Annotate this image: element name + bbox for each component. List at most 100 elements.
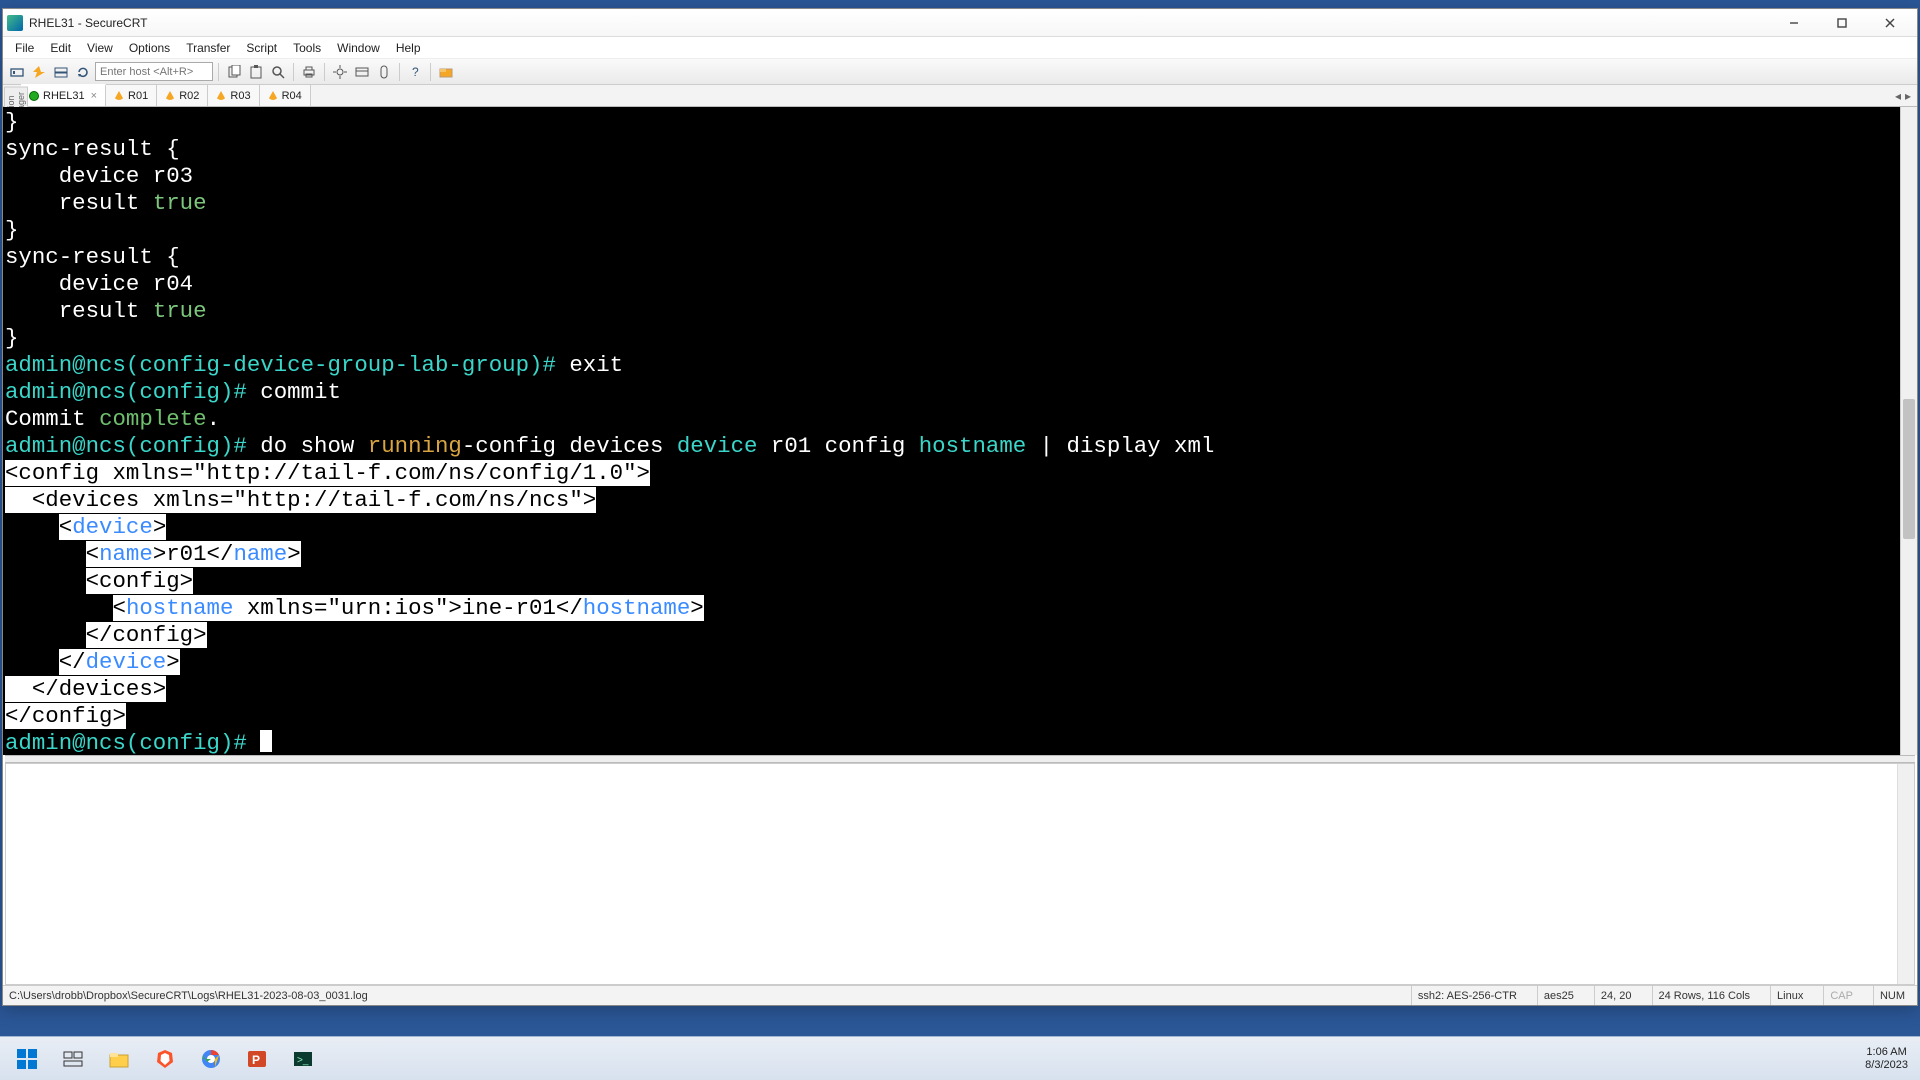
terminal-text: admin@ncs(config-device-group-lab-group)… (5, 352, 569, 378)
app-icon (7, 15, 23, 31)
brave-icon[interactable] (144, 1041, 186, 1077)
terminal-text: </ (59, 649, 86, 675)
connect-icon[interactable] (7, 62, 27, 82)
session-tab-r01[interactable]: R01 (106, 85, 157, 106)
connect-bar-icon[interactable] (51, 62, 71, 82)
menu-window[interactable]: Window (329, 39, 388, 57)
terminal-line: result true (5, 298, 1915, 325)
menubar: File Edit View Options Transfer Script T… (3, 37, 1917, 59)
print-icon[interactable] (299, 62, 319, 82)
chrome-icon[interactable] (190, 1041, 232, 1077)
tab-scroll-right-icon[interactable]: ▸ (1905, 89, 1911, 103)
svg-text:>_: >_ (297, 1055, 309, 1066)
terminal-line: sync-result { (5, 244, 1915, 271)
titlebar[interactable]: RHEL31 - SecureCRT (3, 9, 1917, 37)
menu-view[interactable]: View (79, 39, 121, 57)
maximize-button[interactable] (1819, 12, 1865, 34)
reconnect-icon[interactable] (73, 62, 93, 82)
menu-help[interactable]: Help (388, 39, 429, 57)
terminal-text (5, 622, 86, 648)
status-warn-icon (268, 91, 278, 100)
copy-icon[interactable] (224, 62, 244, 82)
terminal-line: </config> (5, 703, 1915, 730)
tab-scroll-left-icon[interactable]: ◂ (1895, 89, 1901, 103)
terminal-text: </config> (5, 703, 126, 729)
terminal-line: } (5, 217, 1915, 244)
securefx-icon[interactable] (436, 62, 456, 82)
terminal-line: device r03 (5, 163, 1915, 190)
keymap-icon[interactable] (374, 62, 394, 82)
terminal-scrollbar[interactable] (1900, 107, 1917, 755)
help-icon[interactable]: ? (405, 62, 425, 82)
terminal-text: do show (260, 433, 368, 459)
tab-label: R03 (230, 90, 250, 102)
menu-transfer[interactable]: Transfer (178, 39, 238, 57)
status-os: Linux (1770, 986, 1809, 1005)
find-icon[interactable] (268, 62, 288, 82)
toolbar-separator (430, 63, 431, 81)
command-pane-scrollbar[interactable] (1897, 764, 1914, 984)
menu-edit[interactable]: Edit (42, 39, 79, 57)
terminal-text: commit (260, 379, 341, 405)
host-input[interactable] (95, 62, 213, 81)
terminal-text: <config> (86, 568, 194, 594)
terminal-line: } (5, 109, 1915, 136)
terminal-content[interactable]: }sync-result { device r03 result true}sy… (3, 109, 1917, 757)
terminal-line: <devices xmlns="http://tail-f.com/ns/ncs… (5, 487, 1915, 514)
tab-label: R02 (179, 90, 199, 102)
terminal-viewport[interactable]: }sync-result { device r03 result true}sy… (3, 107, 1917, 755)
terminal-line: Commit complete. (5, 406, 1915, 433)
menu-file[interactable]: File (7, 39, 42, 57)
terminal-text: < (86, 541, 99, 567)
terminal-line: admin@ncs(config)# commit (5, 379, 1915, 406)
terminal-text: < (59, 514, 72, 540)
powerpoint-icon[interactable]: P (236, 1041, 278, 1077)
status-warn-icon (165, 91, 175, 100)
command-pane[interactable] (5, 763, 1915, 985)
settings-icon[interactable] (330, 62, 350, 82)
system-clock[interactable]: 1:06 AM 8/3/2023 (1865, 1046, 1916, 1072)
terminal-text: hostname (919, 433, 1027, 459)
securecrt-window: RHEL31 - SecureCRT File Edit View Option… (2, 8, 1918, 1006)
session-tab-r04[interactable]: R04 (260, 85, 311, 106)
terminal-text: running (368, 433, 462, 459)
terminal-text: . (207, 406, 220, 432)
status-warn-icon (114, 91, 124, 100)
terminal-text: device (72, 514, 153, 540)
terminal-text: hostname (126, 595, 234, 621)
session-tab-rhel31[interactable]: RHEL31× (21, 84, 106, 106)
explorer-icon[interactable] (98, 1041, 140, 1077)
svg-text:P: P (252, 1053, 260, 1067)
taskbar[interactable]: P >_ 1:06 AM 8/3/2023 (0, 1036, 1920, 1080)
scrollbar-thumb[interactable] (1903, 399, 1915, 539)
terminal-text: true (153, 298, 207, 324)
tab-close-icon[interactable]: × (91, 90, 97, 102)
quick-connect-icon[interactable] (29, 62, 49, 82)
terminal-line: </config> (5, 622, 1915, 649)
terminal-text: <devices xmlns="http://tail-f.com/ns/ncs… (5, 487, 596, 513)
menu-options[interactable]: Options (121, 39, 178, 57)
terminal-text: name (233, 541, 287, 567)
securecrt-taskbar-icon[interactable]: >_ (282, 1041, 324, 1077)
terminal-text: </config> (86, 622, 207, 648)
session-tab-r03[interactable]: R03 (208, 85, 259, 106)
status-num: NUM (1873, 986, 1911, 1005)
menu-tools[interactable]: Tools (285, 39, 329, 57)
session-tab-r02[interactable]: R02 (157, 85, 208, 106)
terminal-text: > (166, 649, 179, 675)
paste-icon[interactable] (246, 62, 266, 82)
terminal-text: > (690, 595, 703, 621)
minimize-button[interactable] (1771, 12, 1817, 34)
close-button[interactable] (1867, 12, 1913, 34)
status-log-path: C:\Users\drobb\Dropbox\SecureCRT\Logs\RH… (9, 990, 1397, 1002)
task-view-icon[interactable] (52, 1041, 94, 1077)
start-button[interactable] (6, 1041, 48, 1077)
terminal-line: <config> (5, 568, 1915, 595)
status-ok-icon (29, 91, 39, 101)
status-cipher: ssh2: AES-256-CTR (1411, 986, 1523, 1005)
terminal-text: hostname (583, 595, 691, 621)
terminal-text: } (5, 325, 18, 351)
terminal-text: </devices> (5, 676, 166, 702)
session-options-icon[interactable] (352, 62, 372, 82)
menu-script[interactable]: Script (238, 39, 285, 57)
